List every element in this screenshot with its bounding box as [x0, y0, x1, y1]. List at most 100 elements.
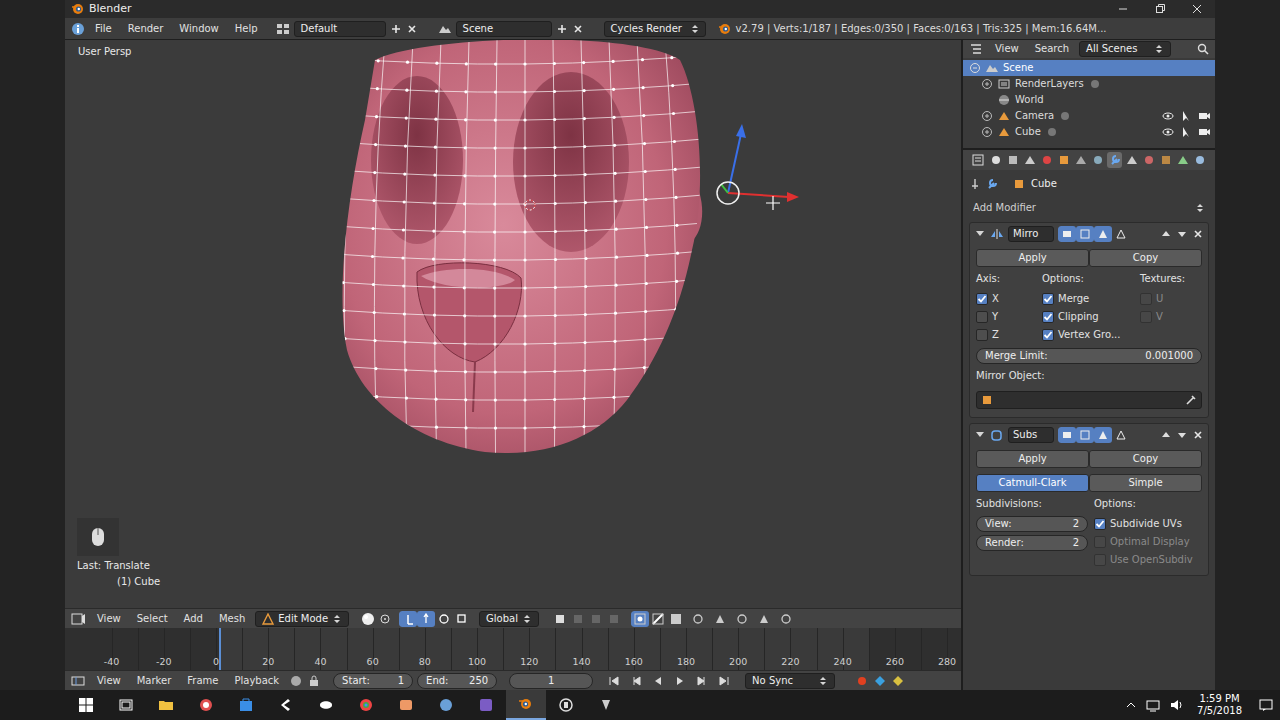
mode-dropdown[interactable]: Edit Mode	[255, 611, 349, 627]
orientation-dropdown[interactable]: Global	[479, 611, 539, 627]
menu-item[interactable]: File	[89, 23, 118, 35]
checkbox-row[interactable]: Z	[976, 327, 1038, 342]
taskbar-app[interactable]	[106, 690, 146, 720]
layer-button[interactable]	[569, 611, 587, 627]
copy-button[interactable]: Copy	[1089, 450, 1202, 468]
modifier-toggle[interactable]	[1058, 226, 1076, 242]
taskbar-app[interactable]	[266, 690, 306, 720]
record-icon[interactable]	[855, 674, 869, 688]
menu-item[interactable]: View	[91, 675, 127, 687]
subdivision-level-field[interactable]: View:2	[976, 516, 1088, 532]
checkbox[interactable]	[1042, 293, 1054, 305]
keying-icon[interactable]	[289, 674, 303, 688]
checkbox[interactable]	[976, 329, 988, 341]
outliner-item[interactable]: World	[963, 92, 1215, 108]
timeline[interactable]: -40-200204060801001201401601802002202402…	[65, 628, 961, 670]
renderability-icon[interactable]	[1197, 110, 1211, 122]
menu-item[interactable]: Frame	[181, 675, 224, 687]
layer-button[interactable]	[587, 611, 605, 627]
modifier-toggle[interactable]	[1112, 427, 1130, 443]
modifier-toggle[interactable]	[1112, 226, 1130, 242]
playback-button[interactable]	[627, 673, 645, 689]
taskbar-app[interactable]	[226, 690, 266, 720]
properties-tab[interactable]	[1023, 152, 1038, 168]
outliner-item[interactable]: RenderLayers	[963, 76, 1215, 92]
taskbar-app[interactable]	[146, 690, 186, 720]
properties-tab[interactable]	[1091, 152, 1106, 168]
snap-target-button[interactable]	[733, 611, 751, 627]
modifier-toggle[interactable]	[1094, 226, 1112, 242]
checkbox-row[interactable]: Vertex Gro...	[1042, 327, 1136, 342]
outliner-item[interactable]: Camera	[963, 108, 1215, 124]
rotate-manipulator[interactable]	[435, 611, 453, 627]
checkbox[interactable]	[976, 311, 988, 323]
checkbox-row[interactable]: Subdivide UVs	[1094, 516, 1202, 531]
renderability-icon[interactable]	[1197, 126, 1211, 138]
merge-limit-field[interactable]: Merge Limit:0.001000	[976, 348, 1202, 364]
pin-icon[interactable]	[969, 178, 981, 190]
copy-button[interactable]: Copy	[1089, 249, 1202, 267]
checkbox[interactable]	[976, 293, 988, 305]
checkbox-row[interactable]: Clipping	[1042, 309, 1136, 324]
info-editor-icon[interactable]	[71, 22, 85, 36]
start-frame-field[interactable]: Start:1	[333, 673, 413, 689]
translate-manipulator[interactable]	[417, 611, 435, 627]
3d-view-editor-icon[interactable]	[71, 612, 87, 626]
keyframe-icon[interactable]	[873, 674, 887, 688]
properties-tab[interactable]	[1040, 152, 1055, 168]
menu-item[interactable]: Mesh	[213, 613, 251, 625]
modifier-toggle[interactable]	[1094, 427, 1112, 443]
menu-item[interactable]: Window	[173, 23, 224, 35]
outliner-item[interactable]: Cube	[963, 124, 1215, 140]
3d-viewport[interactable]: User PerspLast: Translate(1) Cube	[65, 40, 961, 608]
delete-icon[interactable]	[572, 23, 584, 35]
delete-icon[interactable]	[406, 23, 418, 35]
properties-tab[interactable]	[1141, 152, 1156, 168]
properties-tab[interactable]	[1124, 152, 1139, 168]
add-icon[interactable]	[556, 23, 568, 35]
properties-editor-icon[interactable]	[971, 153, 987, 167]
checkbox-row[interactable]: Merge	[1042, 291, 1136, 306]
layer-button[interactable]	[551, 611, 569, 627]
mirror-object-field[interactable]	[976, 391, 1202, 409]
playback-button[interactable]	[693, 673, 711, 689]
outliner-item[interactable]: Scene	[963, 60, 1215, 76]
last-operator[interactable]: Last: Translate	[77, 560, 160, 572]
properties-tab[interactable]	[1057, 152, 1072, 168]
current-frame-line[interactable]	[219, 628, 221, 670]
properties-tab[interactable]	[1158, 152, 1173, 168]
shading-icon[interactable]	[361, 612, 375, 626]
remove-icon[interactable]	[1192, 228, 1204, 240]
menu-item[interactable]: View	[91, 613, 127, 625]
maximize-button[interactable]	[1141, 0, 1178, 18]
menu-item[interactable]: Help	[229, 23, 264, 35]
taskbar-app[interactable]	[186, 690, 226, 720]
taskbar-app[interactable]	[426, 690, 466, 720]
playback-button[interactable]	[715, 673, 733, 689]
minimize-button[interactable]	[1104, 0, 1141, 18]
taskbar-app[interactable]	[506, 690, 546, 720]
outliner-editor-icon[interactable]	[969, 42, 985, 56]
close-button[interactable]	[1178, 0, 1215, 18]
manipulator-toggle[interactable]	[399, 611, 417, 627]
taskbar-app[interactable]	[386, 690, 426, 720]
modifier-toggle[interactable]	[1058, 427, 1076, 443]
modifier-toggle[interactable]	[1076, 427, 1094, 443]
current-frame-field[interactable]: 1	[509, 673, 593, 689]
properties-tab[interactable]	[1074, 152, 1089, 168]
modifier-toggle[interactable]	[1076, 226, 1094, 242]
taskbar-app[interactable]	[306, 690, 346, 720]
expand-arrow-icon[interactable]	[974, 228, 986, 240]
checkbox[interactable]	[1042, 329, 1054, 341]
visibility-icon[interactable]	[1161, 110, 1175, 122]
taskbar-app[interactable]	[346, 690, 386, 720]
expand-arrow-icon[interactable]	[981, 78, 993, 90]
add-modifier-button[interactable]: Add Modifier	[969, 199, 1209, 217]
transform-gizmo-icon[interactable]	[705, 120, 815, 220]
move-up-icon[interactable]	[1160, 429, 1172, 441]
move-down-icon[interactable]	[1176, 429, 1188, 441]
expand-arrow-icon[interactable]	[974, 429, 986, 441]
apply-button[interactable]: Apply	[976, 249, 1089, 267]
sync-button[interactable]	[777, 611, 795, 627]
subdivision-level-field[interactable]: Render:2	[976, 535, 1088, 551]
